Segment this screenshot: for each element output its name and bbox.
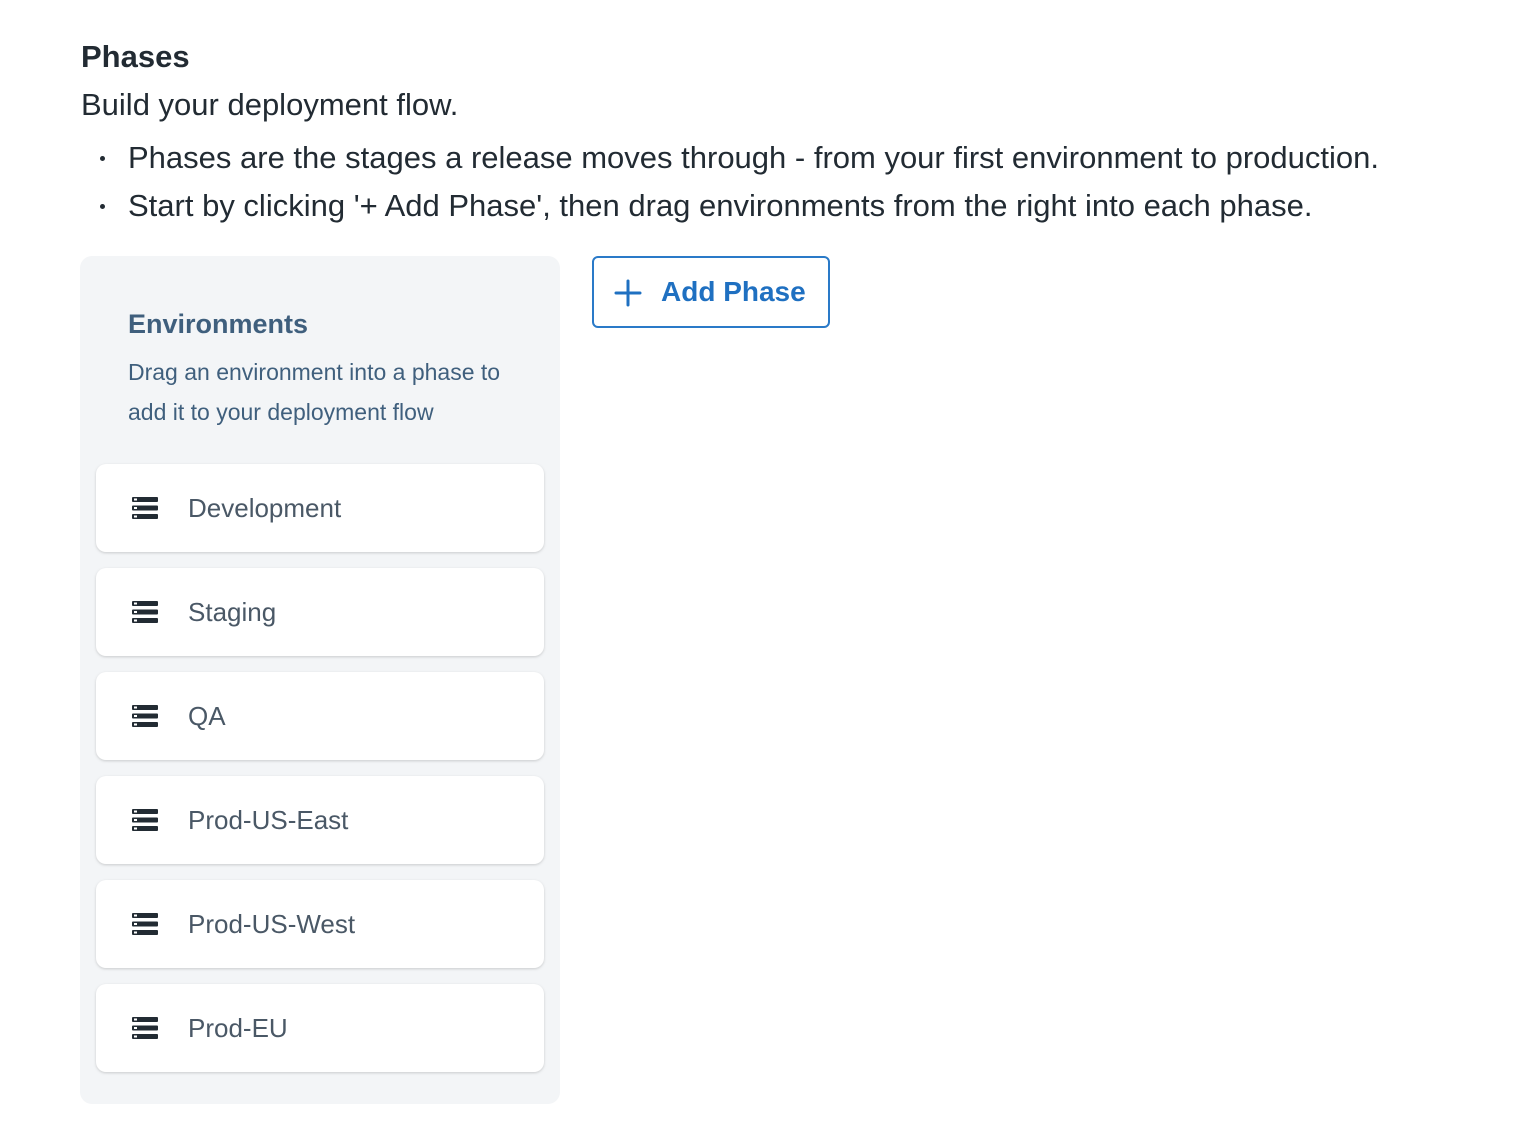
- environments-description: Drag an environment into a phase to add …: [128, 359, 501, 425]
- environment-label: Prod-EU: [188, 1013, 288, 1043]
- environments-list: Development Staging QA Prod-US-East Prod…: [96, 464, 544, 1088]
- environment-item-development[interactable]: Development: [96, 464, 544, 552]
- environment-item-qa[interactable]: QA: [96, 672, 544, 760]
- instructions-list: Phases are the stages a release moves th…: [81, 134, 1379, 230]
- environment-label: Development: [188, 493, 342, 523]
- environment-item-prod-us-east[interactable]: Prod-US-East: [96, 776, 544, 864]
- environment-item-staging[interactable]: Staging: [96, 568, 544, 656]
- server-icon: [132, 601, 158, 623]
- bullet-icon: [100, 204, 105, 209]
- instruction-item: Start by clicking '+ Add Phase', then dr…: [81, 182, 1379, 230]
- environment-item-prod-us-west[interactable]: Prod-US-West: [96, 880, 544, 968]
- environment-label: Staging: [188, 597, 277, 627]
- instruction-text: Phases are the stages a release moves th…: [128, 140, 1379, 175]
- page-title: Phases: [81, 39, 190, 74]
- environment-label: QA: [188, 701, 226, 731]
- bullet-icon: [100, 156, 105, 161]
- environments-title: Environments: [128, 309, 309, 339]
- server-icon: [132, 1017, 158, 1039]
- server-icon: [132, 705, 158, 727]
- server-icon: [132, 497, 158, 519]
- environments-panel: Environments Drag an environment into a …: [80, 256, 560, 1104]
- phases-page: Phases Build your deployment flow. Phase…: [0, 0, 1538, 1136]
- plus-icon: [614, 279, 642, 307]
- add-phase-label: Add Phase: [661, 276, 806, 307]
- page-subtitle: Build your deployment flow.: [81, 87, 459, 122]
- environment-label: Prod-US-West: [188, 909, 356, 939]
- server-icon: [132, 809, 158, 831]
- server-icon: [132, 913, 158, 935]
- add-phase-button[interactable]: Add Phase: [592, 256, 830, 328]
- instruction-item: Phases are the stages a release moves th…: [81, 134, 1379, 182]
- instruction-text: Start by clicking '+ Add Phase', then dr…: [128, 188, 1313, 223]
- environment-label: Prod-US-East: [188, 805, 349, 835]
- environment-item-prod-eu[interactable]: Prod-EU: [96, 984, 544, 1072]
